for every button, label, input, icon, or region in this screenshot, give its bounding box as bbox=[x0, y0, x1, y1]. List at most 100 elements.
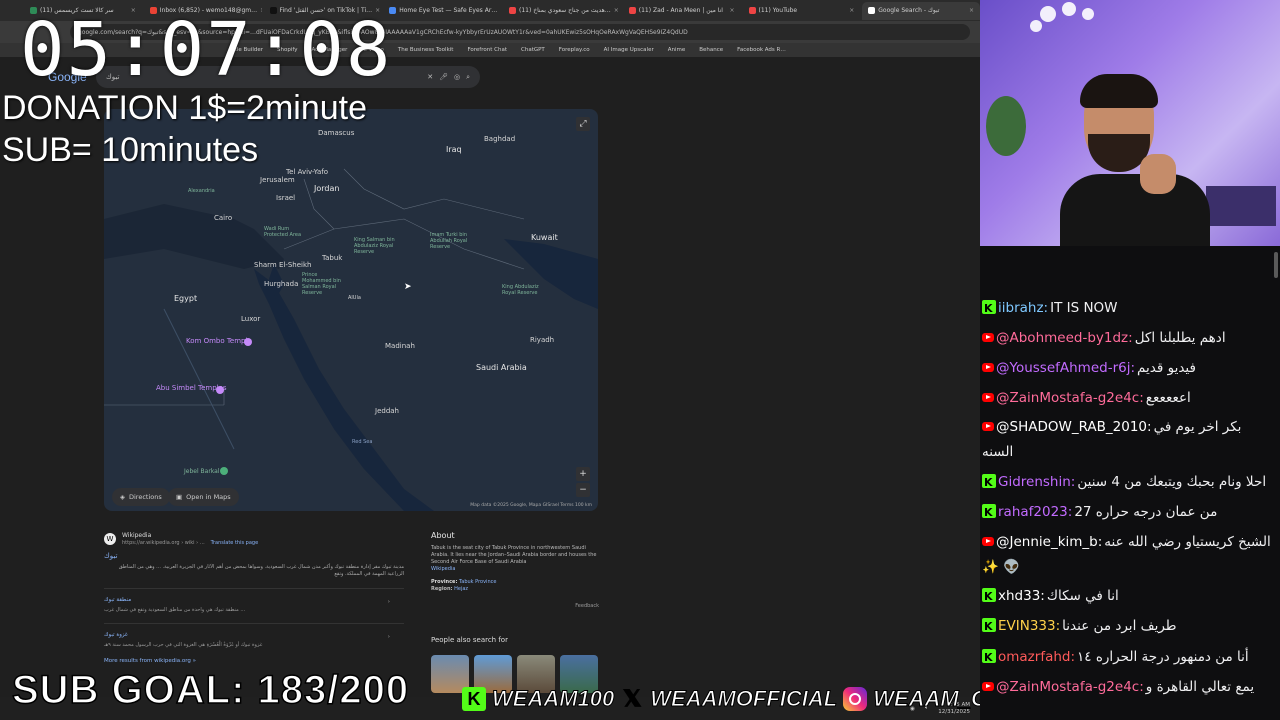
map-place-jebel[interactable]: Jebel Barkal bbox=[184, 468, 220, 475]
translate-link[interactable]: Translate this page bbox=[211, 540, 259, 546]
chat-text: ادهم يطلبلنا اكل bbox=[1134, 330, 1226, 346]
webcam-feed bbox=[980, 0, 1280, 246]
feedback-link[interactable]: Feedback bbox=[431, 603, 599, 610]
chat-username[interactable]: @SHADOW_RAB_2010: bbox=[996, 419, 1152, 435]
map-label: Jordan bbox=[314, 184, 340, 193]
map-label: Tabuk bbox=[322, 254, 343, 262]
bookmark-item[interactable]: The Business Toolkit bbox=[398, 47, 454, 53]
region-row: Region: Hejaz bbox=[431, 586, 599, 593]
mic-icon[interactable]: 🎤︎ bbox=[439, 73, 448, 81]
instagram-icon bbox=[843, 687, 868, 711]
more-results-link[interactable]: More results from wikipedia.org » bbox=[104, 658, 404, 664]
browser-tab-active[interactable]: Google Search - تبوك × bbox=[862, 1, 980, 20]
close-tab-icon[interactable]: × bbox=[849, 7, 854, 14]
chat-username[interactable]: @YoussefAhmed-r6j: bbox=[996, 360, 1135, 376]
browser-tab[interactable]: (11) YouTube × bbox=[743, 2, 861, 20]
chat-message: @YoussefAhmed-r6j: فيديو قديم bbox=[982, 354, 1274, 383]
map-label: Cairo bbox=[214, 214, 233, 222]
sub-result-snippet: غزوة تبوك أو غَزْوَةُ الْعُسْرَةِ هي الغ… bbox=[104, 642, 263, 648]
bookmark-item[interactable]: Anime bbox=[668, 47, 686, 53]
map-label: Jeddah bbox=[375, 407, 399, 415]
chat-username[interactable]: @ZainMostafa-g2e4c: bbox=[996, 679, 1144, 695]
bookmark-item[interactable]: Foreplay.co bbox=[559, 47, 590, 53]
chat-username[interactable]: @Abohmeed-by1dz: bbox=[996, 330, 1133, 346]
region-label: Region: bbox=[431, 586, 453, 592]
map-pin-icon[interactable] bbox=[216, 386, 224, 394]
map-label: Madinah bbox=[385, 342, 415, 350]
shelf bbox=[1206, 186, 1276, 226]
chat-username[interactable]: Gidrenshin: bbox=[998, 474, 1075, 490]
map-label: Luxor bbox=[241, 315, 261, 323]
map-label: King Salman bin Abdulaziz Royal Reserve bbox=[354, 237, 395, 255]
province-link[interactable]: Tabuk Province bbox=[459, 579, 496, 585]
youtube-badge-icon bbox=[982, 363, 994, 372]
zoom-out-button[interactable]: − bbox=[576, 483, 590, 497]
sub-result-title: منطقة تبوك bbox=[104, 597, 132, 603]
tab-favicon-icon bbox=[748, 7, 756, 14]
bookmark-item[interactable]: Forefront Chat bbox=[467, 47, 507, 53]
open-in-maps-button[interactable]: ▣ Open in Maps bbox=[168, 488, 239, 506]
social-handles: K WEAAM100 𝕏 WEAAMOFFICIAL WEAAM_GEKA bbox=[462, 686, 1035, 712]
tab-label: Home Eye Test — Safe Eyes Ar… bbox=[399, 7, 498, 14]
result-source[interactable]: W Wikipedia https://ar.wikipedia.org › w… bbox=[104, 532, 404, 546]
browser-tab[interactable]: (11) هديت من جناح سعودي بمناخ… × bbox=[503, 2, 621, 20]
kick-badge-icon bbox=[982, 468, 996, 497]
people-also-search-heading: People also search for bbox=[431, 636, 508, 644]
zoom-in-button[interactable]: + bbox=[576, 467, 590, 481]
browser-tab[interactable]: Home Eye Test — Safe Eyes Ar…× bbox=[383, 2, 501, 20]
streamer-hand bbox=[1140, 154, 1176, 194]
light-bulb bbox=[1082, 8, 1094, 20]
map-label: Egypt bbox=[174, 294, 198, 303]
chat-username[interactable]: rahaf2023: bbox=[998, 504, 1072, 520]
directions-button[interactable]: ◈ Directions bbox=[112, 488, 170, 506]
browser-tab[interactable]: (11) Zad - Ana Meen | انا مين × bbox=[623, 2, 741, 20]
kick-icon: K bbox=[462, 687, 486, 711]
camera-icon[interactable]: ◎ bbox=[454, 73, 460, 81]
map-label: Israel bbox=[276, 194, 296, 202]
source-name: Wikipedia bbox=[122, 532, 152, 539]
youtube-badge-icon bbox=[982, 393, 994, 402]
chat-text: فيديو قديم bbox=[1137, 360, 1196, 376]
sub-result-row[interactable]: منطقة تبوك منطقة تبوك هي واحدة من مناطق … bbox=[104, 588, 404, 613]
bookmark-item[interactable]: ChatGPT bbox=[521, 47, 545, 53]
chat-message: @Abohmeed-by1dz: ادهم يطلبلنا اكل bbox=[982, 324, 1274, 353]
about-wiki-link[interactable]: Wikipedia bbox=[431, 566, 599, 573]
clear-icon[interactable]: ✕ bbox=[427, 73, 433, 81]
chat-text: IT IS NOW bbox=[1050, 300, 1118, 316]
youtube-badge-icon bbox=[982, 333, 994, 342]
bookmark-item[interactable]: Behance bbox=[699, 47, 723, 53]
kick-badge-icon bbox=[982, 498, 996, 527]
search-icon[interactable]: ⌕ bbox=[466, 73, 470, 82]
wikipedia-result: W Wikipedia https://ar.wikipedia.org › w… bbox=[104, 532, 404, 664]
sub-result-row[interactable]: غزوة تبوك غزوة تبوك أو غَزْوَةُ الْعُسْر… bbox=[104, 623, 404, 648]
close-tab-icon[interactable]: × bbox=[969, 7, 974, 14]
x-icon: 𝕏 bbox=[623, 686, 642, 712]
bookmark-item[interactable]: Facebook Ads R… bbox=[737, 47, 786, 53]
chat-username[interactable]: omazrfahd: bbox=[998, 649, 1075, 665]
close-tab-icon[interactable]: × bbox=[729, 7, 734, 14]
chat-text: أنا من دمنهور درجة الحراره ١٤ bbox=[1077, 649, 1249, 665]
chat-scrollbar[interactable] bbox=[1274, 252, 1278, 278]
tab-favicon-icon bbox=[509, 7, 516, 14]
map-label: Red Sea bbox=[352, 439, 373, 445]
close-tab-icon[interactable]: × bbox=[500, 7, 501, 14]
chat-username[interactable]: iibrahz: bbox=[998, 300, 1048, 316]
map-label: Prince Mohammed bin Salman Royal Reserve bbox=[302, 272, 341, 296]
result-title-link[interactable]: تبوك bbox=[104, 552, 404, 560]
map-label: Baghdad bbox=[484, 135, 516, 143]
map-pin-icon[interactable] bbox=[244, 338, 252, 346]
map-place-komombo[interactable]: Kom Ombo Temple bbox=[186, 337, 252, 345]
fullscreen-icon[interactable]: ⤢ bbox=[576, 117, 590, 131]
chat-username[interactable]: @ZainMostafa-g2e4c: bbox=[996, 390, 1144, 406]
bookmark-item[interactable]: AI Image Upscaler bbox=[604, 47, 654, 53]
region-link[interactable]: Hejaz bbox=[454, 586, 468, 592]
map-label: King Abdulaziz Royal Reserve bbox=[502, 284, 539, 296]
chat-username[interactable]: xhd33: bbox=[998, 588, 1045, 604]
chat-text: 27 من عمان درجه حراره bbox=[1074, 504, 1218, 520]
close-tab-icon[interactable]: × bbox=[614, 7, 619, 14]
light-bulb bbox=[1062, 2, 1076, 16]
chat-username[interactable]: @Jennie_kim_b: bbox=[996, 534, 1102, 550]
light-bulb bbox=[1040, 6, 1056, 22]
chat-username[interactable]: EVIN333: bbox=[998, 618, 1060, 634]
map-pin-icon[interactable] bbox=[220, 467, 228, 475]
